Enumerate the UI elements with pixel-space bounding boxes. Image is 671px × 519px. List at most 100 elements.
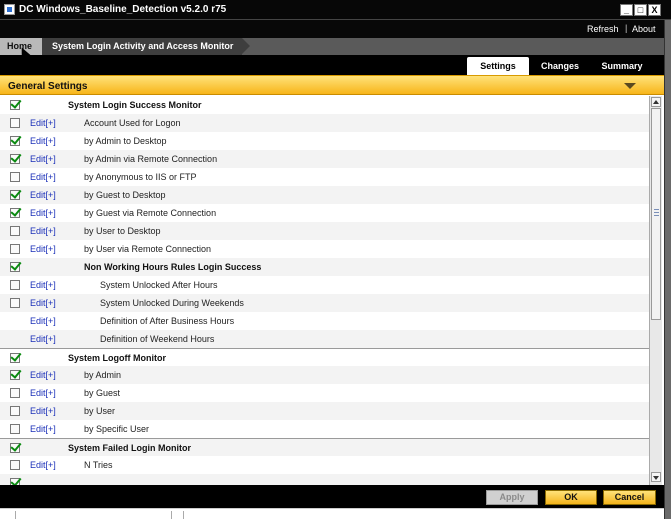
setting-row: Edit[+] Account Used for Logon bbox=[0, 114, 649, 132]
scroll-down-arrow-icon[interactable] bbox=[651, 472, 661, 482]
setting-label: N Tries bbox=[84, 460, 113, 470]
apply-button[interactable]: Apply bbox=[486, 490, 538, 505]
setting-row: Non Working Hours Rules Login Success bbox=[0, 258, 649, 276]
setting-checkbox[interactable] bbox=[10, 136, 20, 146]
setting-checkbox[interactable] bbox=[10, 100, 20, 110]
edit-link[interactable]: Edit[+] bbox=[30, 244, 56, 254]
setting-label: by Admin via Remote Connection bbox=[84, 154, 218, 164]
setting-checkbox[interactable] bbox=[10, 262, 20, 272]
scroll-up-arrow-icon[interactable] bbox=[651, 97, 661, 107]
setting-label: by User to Desktop bbox=[84, 226, 161, 236]
setting-row bbox=[0, 474, 649, 485]
setting-row: Edit[+] by Anonymous to IIS or FTP bbox=[0, 168, 649, 186]
setting-checkbox[interactable] bbox=[10, 190, 20, 200]
tab-settings[interactable]: Settings bbox=[467, 57, 529, 75]
scroll-thumb[interactable] bbox=[651, 108, 661, 320]
edit-link[interactable]: Edit[+] bbox=[30, 208, 56, 218]
setting-row: Edit[+] N Tries bbox=[0, 456, 649, 474]
edit-link[interactable]: Edit[+] bbox=[30, 370, 56, 380]
setting-checkbox[interactable] bbox=[10, 280, 20, 290]
setting-row: Edit[+] System Unlocked After Hours bbox=[0, 276, 649, 294]
minimize-button[interactable]: _ bbox=[620, 4, 633, 16]
setting-row: Edit[+] by Specific User bbox=[0, 420, 649, 438]
setting-checkbox[interactable] bbox=[10, 226, 20, 236]
setting-checkbox[interactable] bbox=[10, 118, 20, 128]
setting-checkbox[interactable] bbox=[10, 388, 20, 398]
edit-link[interactable]: Edit[+] bbox=[30, 226, 56, 236]
setting-group-label: System Failed Login Monitor bbox=[68, 443, 192, 453]
setting-row: Edit[+] Definition of After Business Hour… bbox=[0, 312, 649, 330]
setting-group-label: System Login Success Monitor bbox=[68, 100, 202, 110]
status-divider bbox=[183, 511, 184, 519]
setting-label: Definition of After Business Hours bbox=[100, 316, 235, 326]
breadcrumb-current-page: System Login Activity and Access Monitor bbox=[42, 38, 250, 55]
about-link[interactable]: About bbox=[632, 24, 656, 34]
setting-label: by Admin bbox=[84, 370, 122, 380]
setting-row: Edit[+] Definition of Weekend Hours bbox=[0, 330, 649, 348]
breadcrumb: Home System Login Activity and Access Mo… bbox=[0, 38, 664, 55]
tab-bar: Settings Changes Summary bbox=[0, 55, 664, 75]
setting-label: by Anonymous to IIS or FTP bbox=[84, 172, 197, 182]
collapse-chevron-icon[interactable] bbox=[624, 83, 636, 89]
edit-link[interactable]: Edit[+] bbox=[30, 154, 56, 164]
setting-row: Edit[+] by Guest bbox=[0, 384, 649, 402]
setting-label: Definition of Weekend Hours bbox=[100, 334, 215, 344]
setting-checkbox[interactable] bbox=[10, 244, 20, 254]
edit-link[interactable]: Edit[+] bbox=[30, 460, 56, 470]
setting-checkbox[interactable] bbox=[10, 154, 20, 164]
setting-row: Edit[+] System Unlocked During Weekends bbox=[0, 294, 649, 312]
setting-row: Edit[+] by Admin bbox=[0, 366, 649, 384]
setting-label: by Guest bbox=[84, 388, 121, 398]
settings-list: System Login Success Monitor Edit[+] Accou… bbox=[0, 96, 649, 485]
setting-label: System Unlocked During Weekends bbox=[100, 298, 244, 308]
edit-link[interactable]: Edit[+] bbox=[30, 136, 56, 146]
setting-checkbox[interactable] bbox=[10, 443, 20, 453]
edit-link[interactable]: Edit[+] bbox=[30, 334, 56, 344]
edit-link[interactable]: Edit[+] bbox=[30, 190, 56, 200]
edit-link[interactable]: Edit[+] bbox=[30, 388, 56, 398]
vertical-scrollbar[interactable] bbox=[649, 96, 662, 485]
setting-checkbox[interactable] bbox=[10, 370, 20, 380]
setting-checkbox[interactable] bbox=[10, 424, 20, 434]
link-separator: | bbox=[625, 23, 628, 33]
setting-row: Edit[+] by Guest to Desktop bbox=[0, 186, 649, 204]
edit-link[interactable]: Edit[+] bbox=[30, 172, 56, 182]
refresh-link[interactable]: Refresh bbox=[587, 24, 619, 34]
setting-row: System Login Success Monitor bbox=[0, 96, 649, 114]
setting-row: Edit[+] by User via Remote Connection bbox=[0, 240, 649, 258]
cancel-button[interactable]: Cancel bbox=[603, 490, 656, 505]
window-right-edge bbox=[664, 20, 671, 519]
setting-checkbox[interactable] bbox=[10, 172, 20, 182]
grip-line bbox=[654, 209, 659, 210]
edit-link[interactable]: Edit[+] bbox=[30, 316, 56, 326]
setting-row: Edit[+] by Admin to Desktop bbox=[0, 132, 649, 150]
tab-summary[interactable]: Summary bbox=[593, 57, 651, 75]
setting-label: Account Used for Logon bbox=[84, 118, 181, 128]
action-bar: Apply OK Cancel bbox=[0, 485, 664, 508]
setting-row: Edit[+] by User bbox=[0, 402, 649, 420]
edit-link[interactable]: Edit[+] bbox=[30, 298, 56, 308]
grip-line bbox=[654, 212, 659, 213]
maximize-button[interactable]: □ bbox=[634, 4, 647, 16]
general-settings-header[interactable]: General Settings bbox=[0, 75, 664, 95]
setting-label: by Admin to Desktop bbox=[84, 136, 167, 146]
status-divider bbox=[171, 511, 172, 519]
app-icon bbox=[4, 4, 15, 15]
setting-checkbox[interactable] bbox=[10, 208, 20, 218]
setting-checkbox[interactable] bbox=[10, 478, 20, 485]
close-button[interactable]: X bbox=[648, 4, 661, 16]
setting-label: by User bbox=[84, 406, 116, 416]
edit-link[interactable]: Edit[+] bbox=[30, 424, 56, 434]
setting-checkbox[interactable] bbox=[10, 406, 20, 416]
status-divider bbox=[15, 511, 16, 519]
edit-link[interactable]: Edit[+] bbox=[30, 406, 56, 416]
window-title: DC Windows_Baseline_Detection v5.2.0 r75 bbox=[19, 4, 227, 15]
edit-link[interactable]: Edit[+] bbox=[30, 118, 56, 128]
setting-checkbox[interactable] bbox=[10, 353, 20, 363]
section-title: General Settings bbox=[8, 81, 88, 92]
setting-checkbox[interactable] bbox=[10, 460, 20, 470]
setting-checkbox[interactable] bbox=[10, 298, 20, 308]
edit-link[interactable]: Edit[+] bbox=[30, 280, 56, 290]
ok-button[interactable]: OK bbox=[545, 490, 597, 505]
tab-changes[interactable]: Changes bbox=[531, 57, 589, 75]
